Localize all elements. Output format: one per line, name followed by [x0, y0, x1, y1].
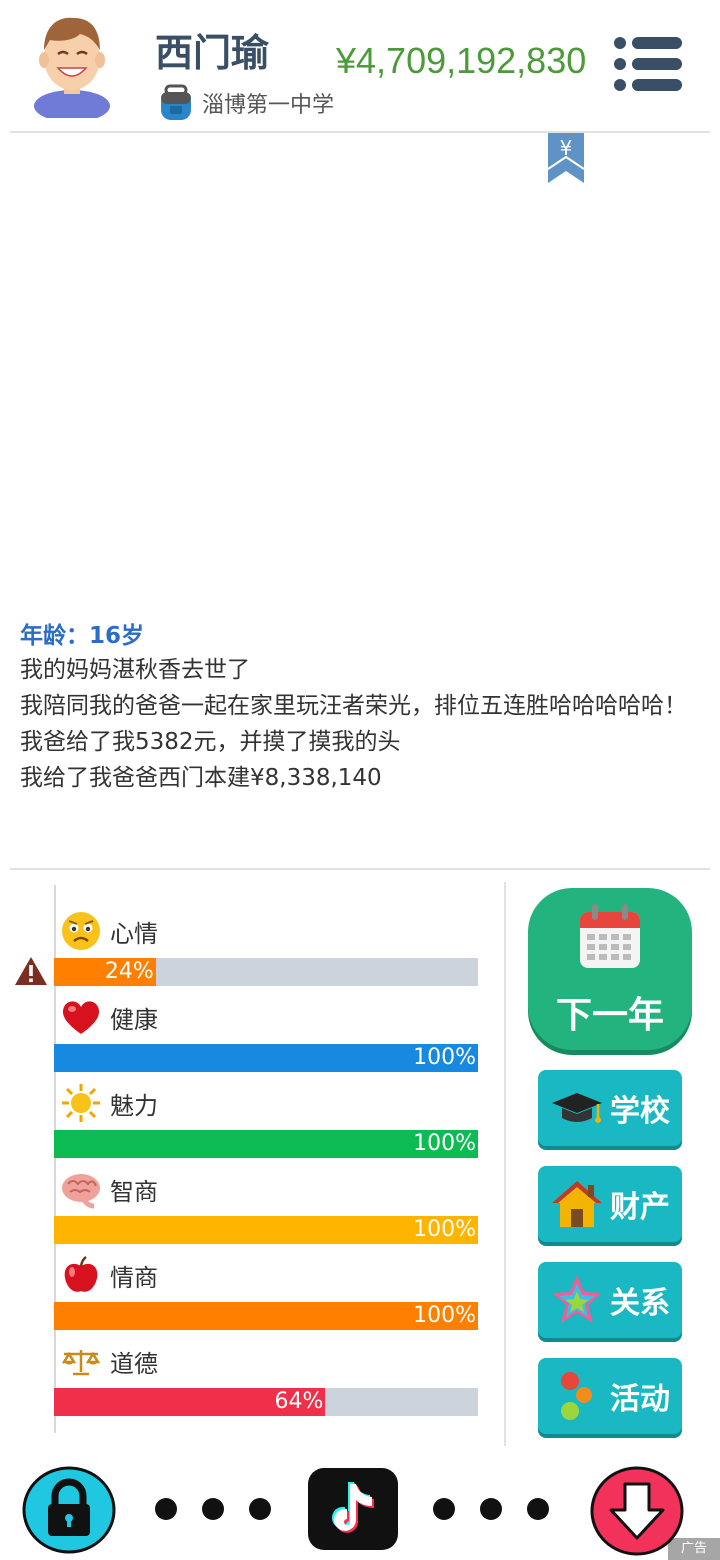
dot — [433, 1498, 455, 1520]
stat-label: 道德 — [110, 1349, 158, 1378]
dot — [249, 1498, 271, 1520]
activities-button-label: 活动 — [610, 1382, 670, 1417]
event-line: 我陪同我的爸爸一起在家里玩汪者荣光，排位五连胜哈哈哈哈哈！ — [20, 693, 687, 719]
house-icon — [552, 1181, 602, 1227]
stat-bar: 64% — [54, 1388, 478, 1416]
stat-percent: 24% — [104, 959, 154, 984]
ribbon-symbol: ¥ — [560, 136, 573, 160]
warning-icon — [15, 957, 47, 985]
relations-button-label: 关系 — [610, 1286, 670, 1321]
brain-icon — [62, 1174, 100, 1209]
school-name: 淄博第一中学 — [202, 93, 335, 118]
activities-button[interactable]: 活动 — [538, 1358, 682, 1434]
avatar[interactable] — [30, 10, 114, 118]
dot — [155, 1498, 177, 1520]
player-name: 西门瑜 — [155, 31, 270, 75]
stat-label: 魅力 — [110, 1091, 158, 1120]
stat-percent: 100% — [413, 1131, 476, 1156]
stat-bar: 24% — [54, 958, 478, 986]
calendar-icon — [580, 904, 640, 968]
event-line: 我的妈妈湛秋香去世了 — [20, 657, 250, 683]
next-year-button[interactable]: 下一年 — [528, 888, 692, 1050]
dot — [480, 1498, 502, 1520]
stat-health: 健康 100% — [54, 996, 478, 1076]
ribbon-icon: ¥ — [547, 133, 585, 183]
stat-bar: 100% — [54, 1130, 478, 1158]
stat-bar: 100% — [54, 1302, 478, 1330]
stat-charm: 魅力 100% — [54, 1082, 478, 1162]
vertical-divider — [504, 882, 506, 1446]
stat-morality: 道德 64% — [54, 1340, 478, 1420]
tiktok-button[interactable] — [308, 1468, 398, 1550]
stat-label: 健康 — [110, 1005, 158, 1034]
dot — [527, 1498, 549, 1520]
star-icon — [552, 1275, 602, 1323]
story-log: 年龄：16岁 我的妈妈湛秋香去世了 我陪同我的爸爸一起在家里玩汪者荣光，排位五连… — [20, 618, 700, 798]
next-year-label: 下一年 — [555, 995, 664, 1036]
relations-button[interactable]: 关系 — [538, 1262, 682, 1338]
dot — [202, 1498, 224, 1520]
assets-button[interactable]: 财产 — [538, 1166, 682, 1242]
stat-percent: 64% — [274, 1389, 324, 1414]
lock-button[interactable] — [22, 1466, 116, 1554]
stat-label: 情商 — [110, 1263, 158, 1292]
sun-icon — [62, 1084, 100, 1122]
school-button[interactable]: 学校 — [538, 1070, 682, 1146]
stat-percent: 100% — [413, 1303, 476, 1328]
dots-right — [433, 1498, 574, 1520]
assets-button-label: 财产 — [610, 1190, 670, 1225]
sad-face-icon — [62, 912, 100, 950]
top-header: 西门瑜 淄博第一中学 ¥4,709,192,830 — [0, 0, 720, 132]
scales-icon — [61, 1350, 101, 1376]
event-line: 我给了我爸爸西门本建¥8,338,140 — [20, 765, 382, 791]
section-divider — [10, 868, 710, 870]
stat-mood: 心情 24% — [54, 910, 478, 990]
tiktok-icon — [332, 1482, 374, 1533]
ad-label: 广告 — [668, 1538, 720, 1560]
dots-left — [155, 1498, 296, 1520]
stat-label: 智商 — [110, 1177, 158, 1206]
stat-percent: 100% — [413, 1045, 476, 1070]
school-row: 淄博第一中学 — [158, 84, 334, 122]
money-ribbon[interactable]: ¥ — [546, 133, 586, 185]
molecule-icon — [561, 1372, 592, 1420]
backpack-icon — [161, 84, 191, 120]
menu-icon[interactable] — [612, 34, 684, 94]
money-balance: ¥4,709,192,830 — [336, 40, 587, 81]
stat-label: 心情 — [110, 919, 158, 948]
event-line: 我爸给了我5382元，并摸了摸我的头 — [20, 729, 401, 755]
heart-icon — [62, 1001, 100, 1034]
stat-percent: 100% — [413, 1217, 476, 1242]
apple-icon — [64, 1256, 98, 1292]
age-line: 年龄：16岁 — [20, 623, 145, 649]
stat-bar: 100% — [54, 1044, 478, 1072]
stat-bar: 100% — [54, 1216, 478, 1244]
school-button-label: 学校 — [610, 1094, 670, 1129]
graduation-cap-icon — [552, 1093, 602, 1123]
header-divider — [10, 131, 710, 133]
stat-eq: 情商 100% — [54, 1254, 478, 1334]
stat-iq: 智商 100% — [54, 1168, 478, 1248]
